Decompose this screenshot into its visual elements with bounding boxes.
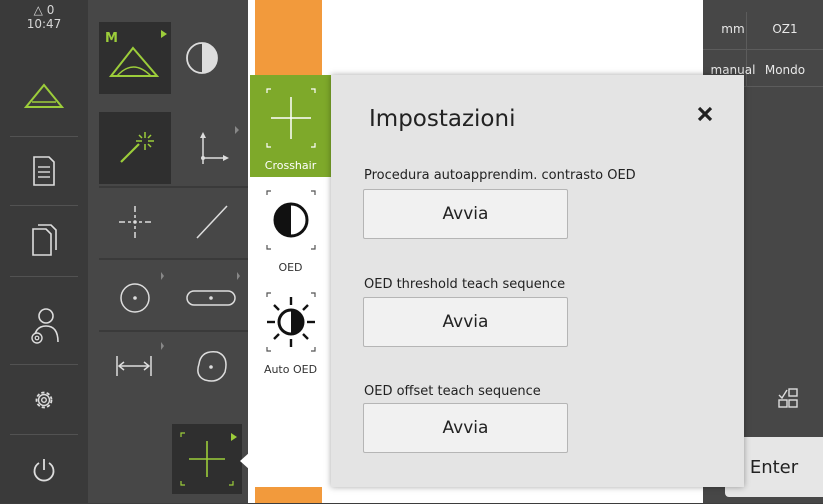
zoom-selector[interactable]: OZ1 <box>747 22 823 36</box>
start-threshold-teach-button[interactable]: Avvia <box>363 297 568 347</box>
circle-icon <box>120 272 164 313</box>
measure-mode-button[interactable]: M <box>99 22 171 94</box>
tab-auto-oed[interactable]: Auto OED <box>250 279 331 381</box>
crosshair-icon <box>180 432 237 486</box>
point-axis-tool[interactable] <box>175 112 247 184</box>
auto-contrast-icon <box>265 292 316 352</box>
sidebar-item-protocol[interactable] <box>0 137 88 205</box>
popup-pointer <box>240 452 250 470</box>
start-contrast-teach-button[interactable]: Avvia <box>363 189 568 239</box>
tab-label: OED <box>278 261 303 274</box>
sidebar-item-files[interactable] <box>0 206 88 274</box>
crosshair-point-icon <box>119 206 151 238</box>
dialog-title: Impostazioni <box>369 106 516 132</box>
warning-count: 0 <box>46 3 55 17</box>
close-icon <box>697 106 713 122</box>
user-settings-icon <box>31 308 59 344</box>
circle-tool[interactable] <box>99 260 171 332</box>
svg-text:M: M <box>105 31 118 46</box>
half-circle-icon <box>186 42 218 74</box>
sidebar-divider <box>10 434 78 435</box>
sidebar-item-user-settings[interactable] <box>0 292 88 360</box>
tab-label: Auto OED <box>263 363 318 376</box>
section-label: OED threshold teach sequence <box>364 277 566 292</box>
protocol-document-icon <box>33 156 55 186</box>
crosshair-icon <box>265 88 316 148</box>
file-copy-icon <box>32 224 57 256</box>
blob-icon <box>197 351 227 382</box>
panel-divider <box>703 49 823 50</box>
tab-crosshair[interactable]: Crosshair <box>250 75 331 177</box>
measure-mode-icon: M <box>105 30 167 77</box>
slot-icon <box>186 272 240 306</box>
clock: 10:47 <box>26 17 62 31</box>
contrast-mode-button[interactable] <box>172 22 232 94</box>
start-offset-teach-button[interactable]: Avvia <box>363 403 568 453</box>
measure-triangle-icon <box>23 83 65 108</box>
sidebar-item-measure[interactable] <box>0 62 88 130</box>
warning-triangle-icon: △ <box>33 3 43 17</box>
crosshair-tool-button[interactable] <box>172 424 242 494</box>
close-button[interactable] <box>691 100 719 128</box>
auto-detect-tool[interactable] <box>99 112 171 184</box>
layout-grid-icon <box>778 388 798 408</box>
settings-dialog: Impostazioni Procedura autoapprendim. co… <box>331 75 744 487</box>
tab-label: Crosshair <box>264 159 317 172</box>
magic-wand-icon <box>120 132 154 163</box>
distance-icon <box>116 342 164 376</box>
tool-settings-tabs: Crosshair OED Auto OED <box>250 75 331 487</box>
sidebar-divider <box>10 276 78 277</box>
tab-oed[interactable]: OED <box>250 177 331 279</box>
sidebar-divider <box>10 364 78 365</box>
section-label: Procedura autoapprendim. contrasto OED <box>364 168 636 183</box>
layout-button[interactable] <box>768 380 808 416</box>
warning-indicator[interactable]: △ 0 <box>0 3 88 17</box>
sidebar-item-settings[interactable] <box>0 366 88 434</box>
line-icon <box>196 205 228 239</box>
status-area: △ 0 10:47 <box>0 0 88 52</box>
power-icon <box>33 459 55 482</box>
axis-point-icon <box>200 126 239 164</box>
contrast-icon <box>265 190 316 250</box>
distance-tool[interactable] <box>99 330 171 402</box>
coord-system-selector[interactable]: Mondo <box>747 63 823 77</box>
freeform-tool[interactable] <box>175 330 247 402</box>
line-tool[interactable] <box>175 186 247 258</box>
slot-tool[interactable] <box>175 260 247 332</box>
section-label: OED offset teach sequence <box>364 384 541 399</box>
gear-icon <box>35 391 53 409</box>
sidebar-item-power[interactable] <box>0 436 88 504</box>
point-tool[interactable] <box>99 186 171 258</box>
